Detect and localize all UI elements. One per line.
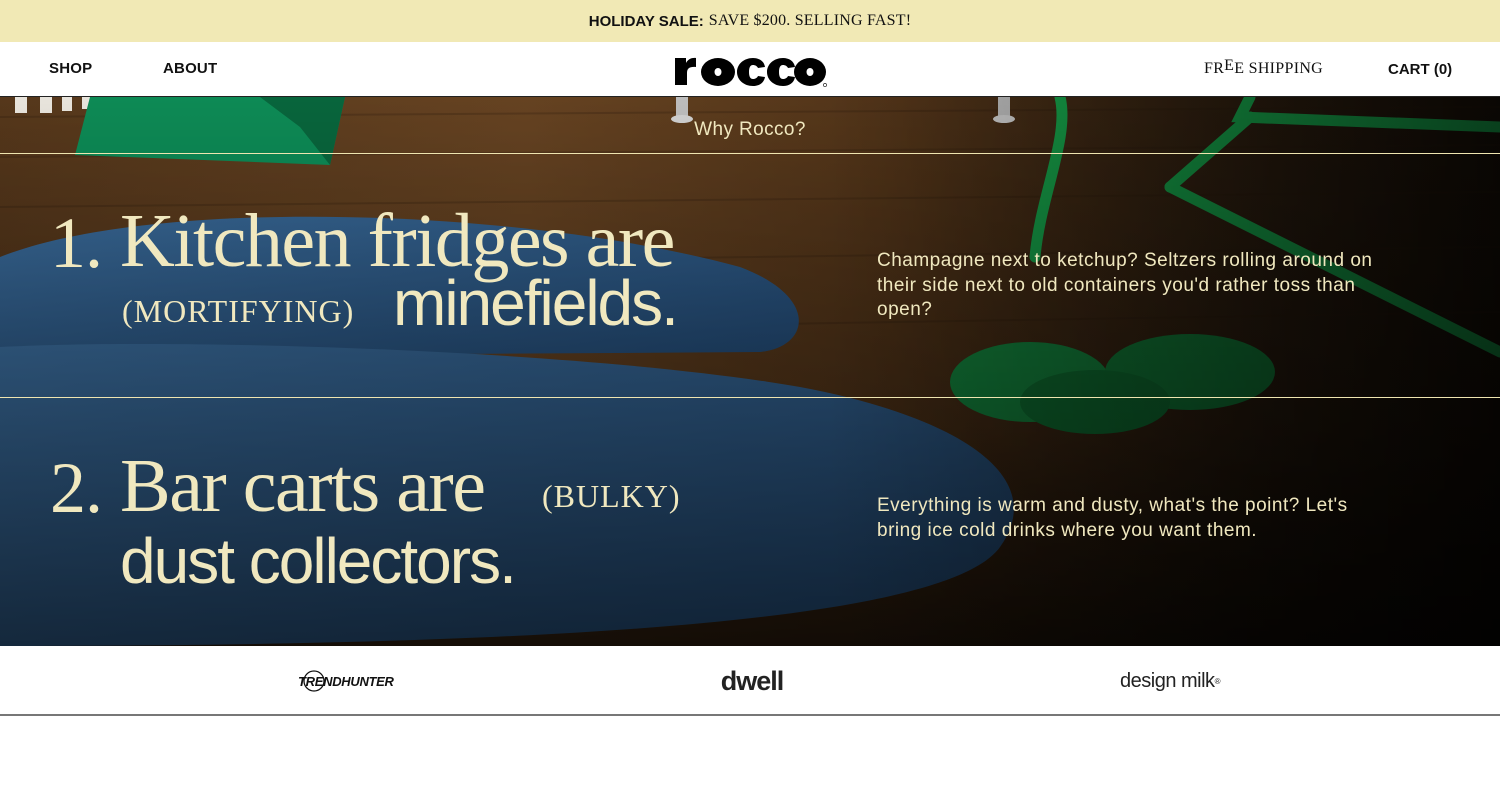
reason-1-sans-headline: minefields. bbox=[393, 267, 679, 339]
reason-1-number: 1. bbox=[50, 203, 103, 283]
free-shipping-text-b: E bbox=[1224, 57, 1235, 74]
cart-link[interactable]: CART (0) bbox=[1388, 61, 1452, 78]
why-rocco-hero: Why Rocco? 1. Kitchen fridges are (MORTI… bbox=[0, 97, 1500, 646]
hero-divider-middle bbox=[0, 397, 1500, 398]
trendhunter-logo[interactable]: TRENDHUNTER bbox=[292, 646, 394, 716]
reason-2-tag: (BULKY) bbox=[542, 478, 681, 514]
design-milk-logo-text: design milk bbox=[1120, 669, 1215, 692]
free-shipping-text-a: FR bbox=[1204, 60, 1225, 77]
why-rocco-eyebrow: Why Rocco? bbox=[694, 119, 806, 140]
design-milk-registered-mark: ® bbox=[1214, 676, 1221, 686]
promo-text: SAVE $200. SELLING FAST! bbox=[708, 12, 912, 29]
reason-2-number: 2. bbox=[50, 448, 103, 528]
reason-1-tag: (MORTIFYING) bbox=[122, 293, 355, 329]
trendhunter-logo-text: TRENDHUNTER bbox=[298, 674, 394, 689]
free-shipping-text-c: E SHIPPING bbox=[1234, 60, 1324, 77]
nav-about-link[interactable]: ABOUT bbox=[163, 60, 217, 77]
nav-shop-link[interactable]: SHOP bbox=[49, 60, 92, 77]
design-milk-logo[interactable]: design milk ® bbox=[1110, 646, 1230, 716]
dwell-logo[interactable]: dwell bbox=[712, 646, 792, 716]
promo-banner[interactable]: HOLIDAY SALE: SAVE $200. SELLING FAST! bbox=[0, 0, 1500, 42]
press-logos: TRENDHUNTER dwell design milk ® bbox=[0, 646, 1500, 716]
site-header: SHOP ABOUT FREE SHIPPING CART (0) bbox=[0, 42, 1500, 97]
promo-highlight: HOLIDAY SALE: bbox=[588, 12, 704, 30]
reason-1-description: Champagne next to ketchup? Seltzers roll… bbox=[877, 250, 1373, 320]
reason-2-description: Everything is warm and dusty, what's the… bbox=[877, 495, 1348, 541]
reason-2-serif-headline: Bar carts are bbox=[120, 444, 486, 528]
reason-2-sans-headline: dust collectors. bbox=[120, 525, 517, 597]
free-shipping-link[interactable]: FREE SHIPPING bbox=[1204, 57, 1324, 78]
rocco-logo[interactable] bbox=[674, 48, 828, 88]
hero-divider-top bbox=[0, 153, 1500, 154]
